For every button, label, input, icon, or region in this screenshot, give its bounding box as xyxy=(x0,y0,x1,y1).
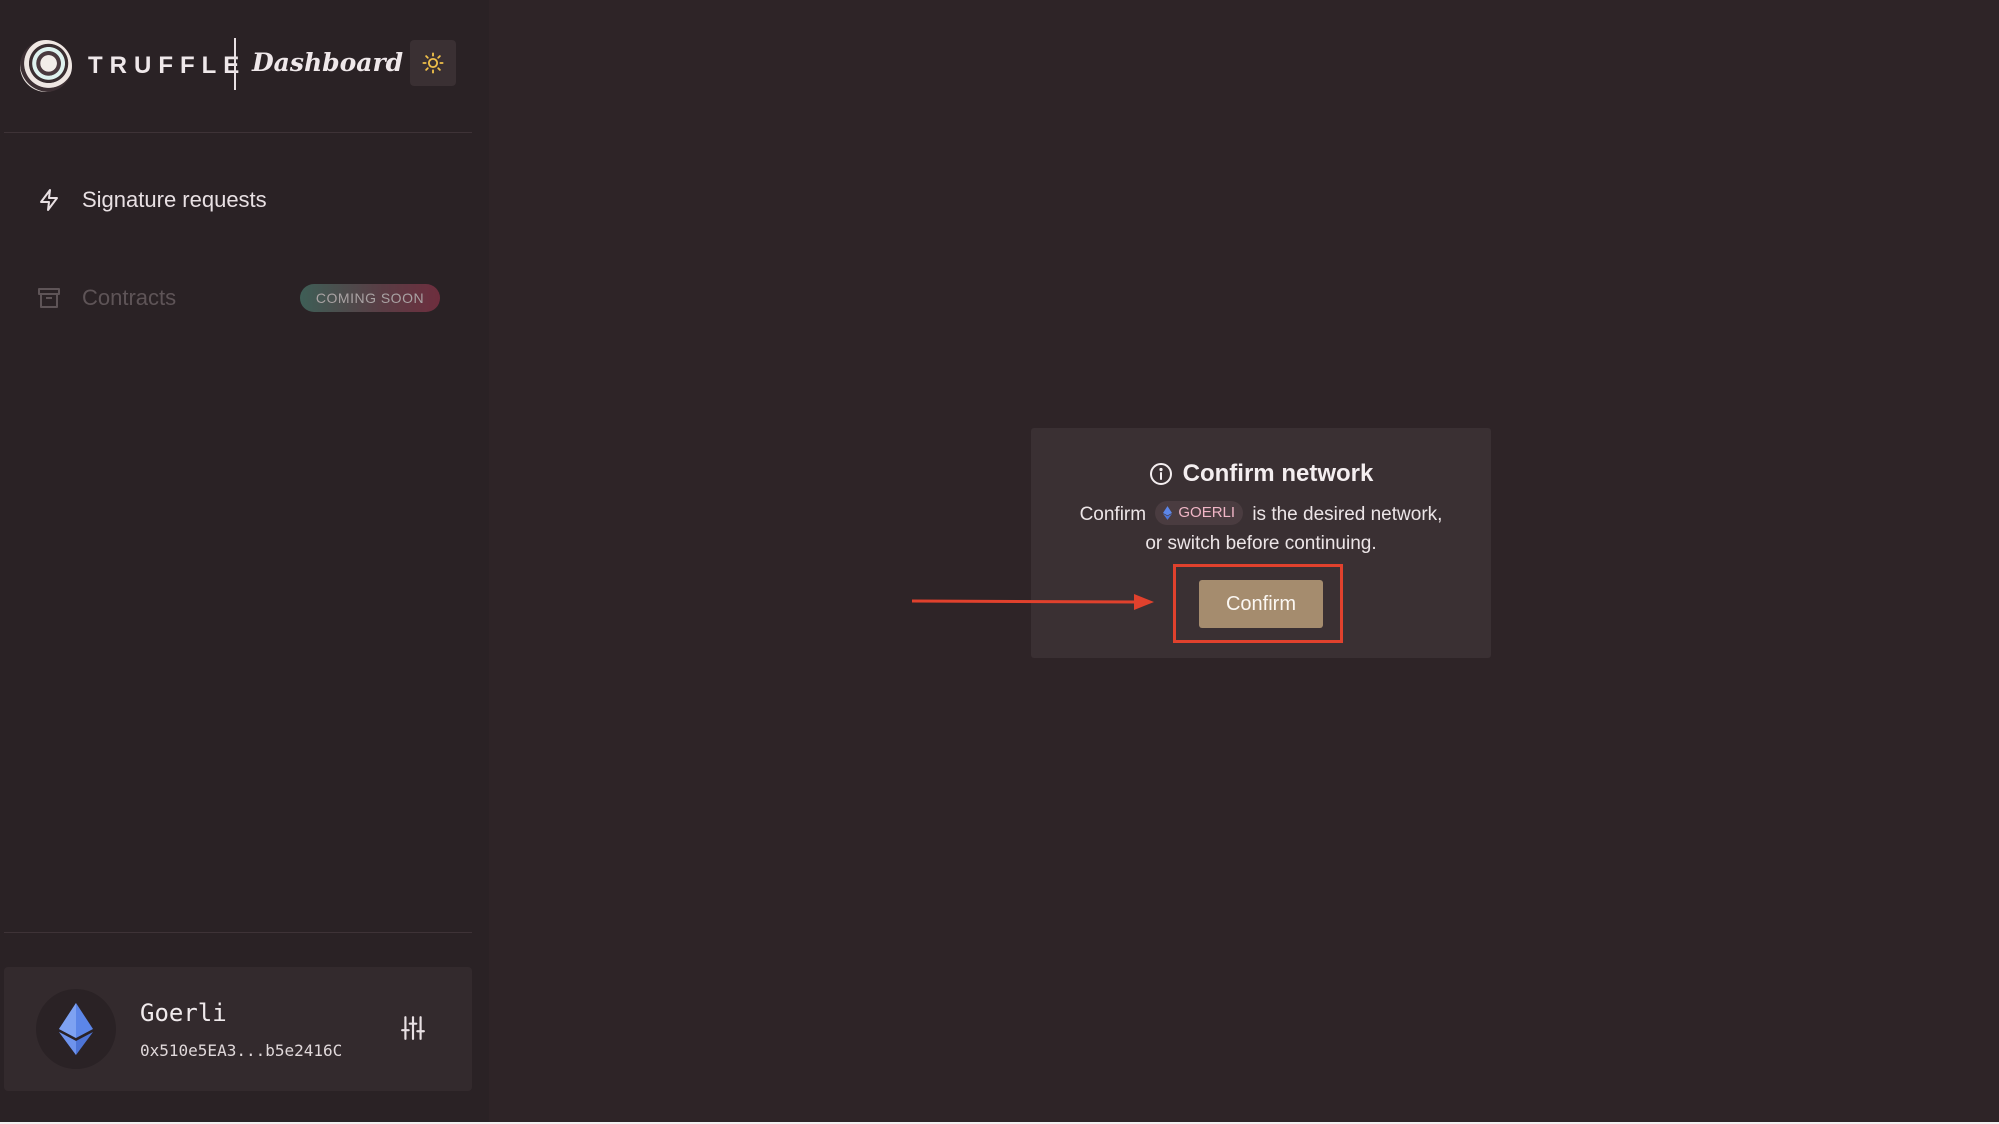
sidebar-divider-bottom xyxy=(4,932,472,933)
sidebar-item-contracts: Contracts COMING SOON xyxy=(36,276,446,320)
dialog-title-row: Confirm network xyxy=(1031,460,1491,488)
brand-header: TRUFFLE Dashboard xyxy=(20,38,460,94)
ethereum-icon xyxy=(59,1003,93,1055)
dialog-message-prefix: Confirm xyxy=(1079,504,1147,525)
network-account-card: Goerli 0x510e5EA3...b5e2416C xyxy=(4,967,472,1091)
sidebar-item-label: Contracts xyxy=(82,285,177,310)
sidebar-item-label: Signature requests xyxy=(82,187,267,212)
truffle-logo-icon xyxy=(20,40,72,92)
network-settings-button[interactable] xyxy=(398,1013,428,1043)
dialog-message-suffix: is the desired network, xyxy=(1252,504,1443,525)
dialog-message: Confirm GOERLI is the desired network, o… xyxy=(1031,500,1491,558)
brand-divider xyxy=(234,38,236,90)
dialog-message-line2: or switch before continuing. xyxy=(1145,533,1377,554)
sidebar-divider-top xyxy=(4,132,472,133)
account-address: 0x510e5EA3...b5e2416C xyxy=(140,1041,343,1060)
dialog-title: Confirm network xyxy=(1182,460,1374,487)
network-name: Goerli xyxy=(140,999,227,1027)
brand-product-name: Dashboard xyxy=(252,48,404,77)
network-chip-label: GOERLI xyxy=(1178,504,1236,522)
brand-wordmark: TRUFFLE xyxy=(88,52,247,79)
sidebar: TRUFFLE Dashboard Signature requests Con… xyxy=(0,0,489,1122)
annotation-highlight-box xyxy=(1173,564,1343,643)
sidebar-item-signature-requests[interactable]: Signature requests xyxy=(36,178,446,222)
annotation-arrow-icon xyxy=(911,594,1154,610)
archive-box-icon xyxy=(36,285,62,311)
network-chip: GOERLI xyxy=(1155,500,1244,525)
info-icon xyxy=(1149,463,1172,485)
theme-toggle-button[interactable] xyxy=(410,40,456,86)
ethereum-icon xyxy=(1163,506,1173,520)
network-avatar xyxy=(36,989,116,1069)
sliders-icon xyxy=(401,1016,425,1040)
sun-icon xyxy=(422,52,444,74)
coming-soon-badge: COMING SOON xyxy=(300,284,440,312)
lightning-icon xyxy=(36,187,62,213)
